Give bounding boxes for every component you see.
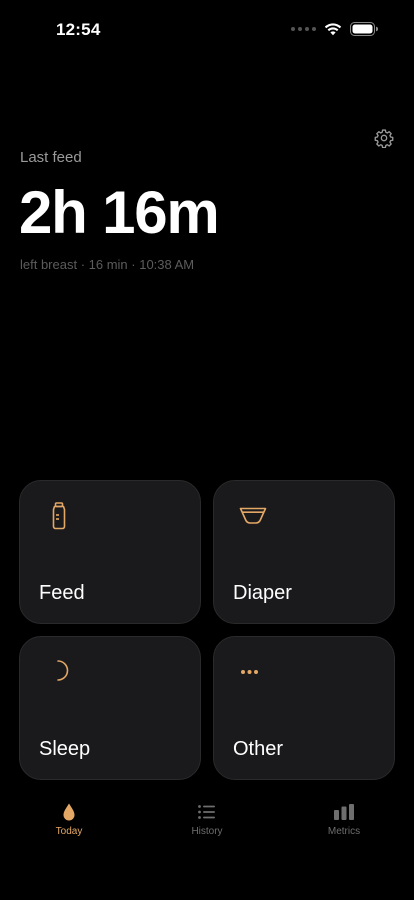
battery-icon <box>350 22 378 36</box>
diaper-tile[interactable]: Diaper <box>213 480 395 624</box>
tab-history[interactable]: History <box>162 800 252 850</box>
elapsed-time: 2h 16m <box>19 179 220 246</box>
moon-icon <box>57 660 69 681</box>
list-icon <box>198 805 215 819</box>
diaper-tile-label: Diaper <box>233 582 292 604</box>
last-feed-label: Last feed <box>20 149 82 166</box>
other-tile-label: Other <box>233 738 284 760</box>
tab-history-label: History <box>191 826 223 837</box>
status-bar: 12:54 <box>0 0 414 62</box>
tab-today[interactable]: Today <box>24 800 114 850</box>
more-dots-icon <box>241 670 258 674</box>
wifi-icon <box>324 23 342 36</box>
tab-metrics[interactable]: Metrics <box>299 800 389 850</box>
bar-chart-icon <box>334 804 354 820</box>
feed-tile-label: Feed <box>39 582 85 604</box>
sleep-tile[interactable]: Sleep <box>19 636 201 780</box>
other-tile[interactable]: Other <box>213 636 395 780</box>
tab-today-label: Today <box>55 826 83 837</box>
drop-icon <box>63 803 75 821</box>
gear-icon <box>374 129 394 148</box>
settings-button[interactable] <box>370 124 398 152</box>
feed-details: left breast · 16 min · 10:38 AM <box>20 257 195 272</box>
feed-tile[interactable]: Feed <box>19 480 201 624</box>
diaper-icon <box>239 507 267 524</box>
tab-metrics-label: Metrics <box>327 826 361 837</box>
sleep-tile-label: Sleep <box>39 738 91 760</box>
bottle-icon <box>52 502 66 530</box>
status-time: 12:54 <box>56 20 101 39</box>
tab-bar: Today History Metrics <box>0 800 414 850</box>
signal-icon <box>291 27 316 31</box>
status-icons <box>291 22 378 36</box>
